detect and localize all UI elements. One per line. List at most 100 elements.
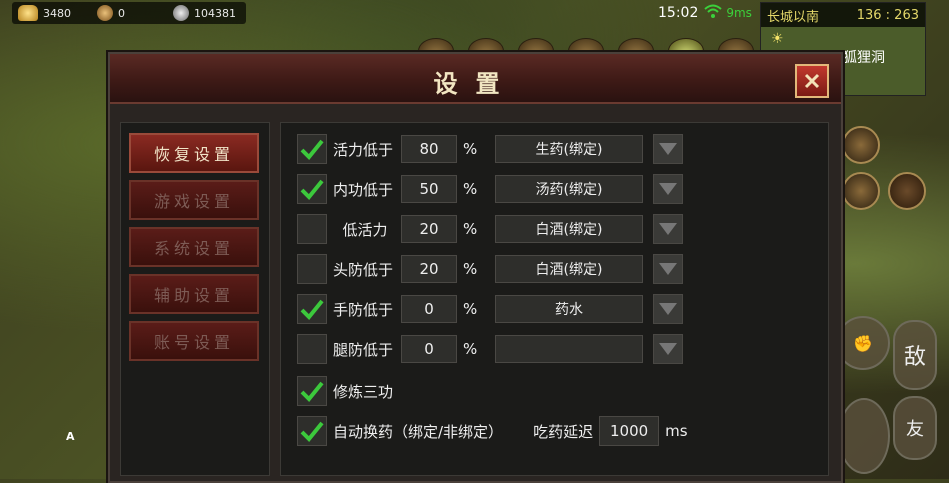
quest-icon[interactable]	[842, 126, 880, 164]
friend-target-button[interactable]: 友	[893, 396, 937, 460]
percent-unit: %	[463, 140, 478, 158]
restore-row: 腿防低于 0 %	[297, 332, 683, 366]
punch-icon[interactable]: ✊	[836, 316, 890, 370]
restore-row: 内功低于 50 % 汤药(绑定)	[297, 172, 683, 206]
percent-unit: %	[463, 220, 478, 238]
checkbox-vitality[interactable]	[297, 134, 327, 164]
coin-resource: 0	[97, 5, 125, 21]
row-label: 低活力	[342, 220, 388, 239]
checkbox-auto-swap[interactable]	[297, 416, 327, 446]
sun-icon: ☀	[771, 31, 784, 47]
checkbox-hand-armor[interactable]	[297, 294, 327, 324]
location-coords: 136 : 263	[856, 7, 919, 23]
threshold-input[interactable]: 0	[401, 335, 457, 363]
percent-unit: %	[463, 260, 478, 278]
checkmark-icon	[300, 299, 324, 320]
auto-swap-row: 自动换药（绑定/非绑定） 吃药延迟 1000 ms	[297, 414, 688, 448]
silver-resource: 104381	[173, 5, 236, 21]
dropdown-button[interactable]	[653, 174, 683, 204]
row-label: 头防低于	[333, 260, 394, 279]
item-select[interactable]: 生药(绑定)	[495, 135, 643, 163]
percent-unit: %	[463, 340, 478, 358]
dropdown-button[interactable]	[653, 294, 683, 324]
restore-row: 头防低于 20 % 白酒(绑定)	[297, 252, 683, 286]
triangle-down-icon	[659, 343, 677, 355]
triangle-down-icon	[659, 183, 677, 195]
coin-icon	[97, 5, 113, 21]
dropdown-button[interactable]	[653, 134, 683, 164]
location-name: 长城以南	[767, 9, 820, 25]
status-bar: 15:02 9ms	[658, 4, 752, 22]
key-a-label: A	[66, 430, 75, 443]
resource-bar: 3480 0 104381	[12, 2, 246, 24]
settings-window: 设置 恢复设置 游戏设置 系统设置 辅助设置 账号设置 活力低于 80 % 生药…	[108, 52, 843, 483]
checkmark-icon	[300, 179, 324, 200]
clock: 15:02	[658, 5, 699, 21]
row-label: 手防低于	[333, 300, 394, 319]
row-label: 腿防低于	[333, 340, 394, 359]
delay-input[interactable]: 1000	[599, 416, 660, 446]
percent-unit: %	[463, 300, 478, 318]
minimap-place-label: 狐狸洞	[843, 50, 885, 66]
dropdown-button[interactable]	[653, 214, 683, 244]
settings-content: 活力低于 80 % 生药(绑定) 内功低于 50 % 汤药(绑定) 低活力 20…	[280, 122, 829, 476]
triangle-down-icon	[659, 143, 677, 155]
threshold-input[interactable]: 0	[401, 295, 457, 323]
triangle-down-icon	[659, 263, 677, 275]
percent-unit: %	[463, 180, 478, 198]
attack-button[interactable]	[838, 398, 890, 474]
dropdown-button[interactable]	[653, 254, 683, 284]
nav-system-settings[interactable]: 系统设置	[129, 227, 259, 267]
coin-amount: 0	[118, 6, 125, 20]
silver-amount: 104381	[194, 6, 236, 20]
row-label: 内功低于	[333, 180, 394, 199]
checkmark-icon	[300, 381, 324, 402]
cultivate-row: 修炼三功	[297, 374, 393, 408]
wifi-icon	[704, 4, 723, 22]
close-button[interactable]	[795, 64, 829, 98]
cultivate-label: 修炼三功	[333, 382, 394, 401]
enemy-target-button[interactable]: 敌	[893, 320, 937, 390]
item-select[interactable]: 药水	[495, 295, 643, 323]
minimap-header: 长城以南 136 : 263	[761, 3, 925, 27]
checkbox-head-armor[interactable]	[297, 254, 327, 284]
delay-label: 吃药延迟	[533, 422, 594, 441]
item-select[interactable]: 汤药(绑定)	[495, 175, 643, 203]
checkmark-icon	[300, 421, 324, 442]
guild-icon[interactable]	[842, 172, 880, 210]
nav-assist-settings[interactable]: 辅助设置	[129, 274, 259, 314]
gold-resource: 3480	[18, 5, 71, 21]
nav-account-settings[interactable]: 账号设置	[129, 321, 259, 361]
nav-game-settings[interactable]: 游戏设置	[129, 180, 259, 220]
window-title: 设置	[433, 69, 518, 98]
nav-restore-settings[interactable]: 恢复设置	[129, 133, 259, 173]
close-icon	[804, 73, 820, 89]
gold-amount: 3480	[43, 6, 71, 20]
restore-row: 低活力 20 % 白酒(绑定)	[297, 212, 683, 246]
checkmark-icon	[300, 139, 324, 160]
threshold-input[interactable]: 80	[401, 135, 457, 163]
item-select[interactable]: 白酒(绑定)	[495, 255, 643, 283]
dropdown-button[interactable]	[653, 334, 683, 364]
item-select[interactable]: 白酒(绑定)	[495, 215, 643, 243]
gold-ingot-icon	[18, 5, 38, 21]
item-select[interactable]	[495, 335, 643, 363]
compass-icon[interactable]	[888, 172, 926, 210]
checkbox-cultivate[interactable]	[297, 376, 327, 406]
auto-swap-label: 自动换药（绑定/非绑定）	[333, 422, 504, 441]
row-label: 活力低于	[333, 140, 394, 159]
checkbox-inner-power[interactable]	[297, 174, 327, 204]
restore-row: 活力低于 80 % 生药(绑定)	[297, 132, 683, 166]
delay-unit: ms	[665, 422, 688, 440]
threshold-input[interactable]: 50	[401, 175, 457, 203]
silver-coin-icon	[173, 5, 189, 21]
checkbox-low-vitality[interactable]	[297, 214, 327, 244]
threshold-input[interactable]: 20	[401, 215, 457, 243]
window-header: 设置	[110, 54, 841, 104]
triangle-down-icon	[659, 223, 677, 235]
checkbox-leg-armor[interactable]	[297, 334, 327, 364]
restore-row: 手防低于 0 % 药水	[297, 292, 683, 326]
triangle-down-icon	[659, 303, 677, 315]
threshold-input[interactable]: 20	[401, 255, 457, 283]
settings-nav: 恢复设置 游戏设置 系统设置 辅助设置 账号设置	[120, 122, 270, 476]
